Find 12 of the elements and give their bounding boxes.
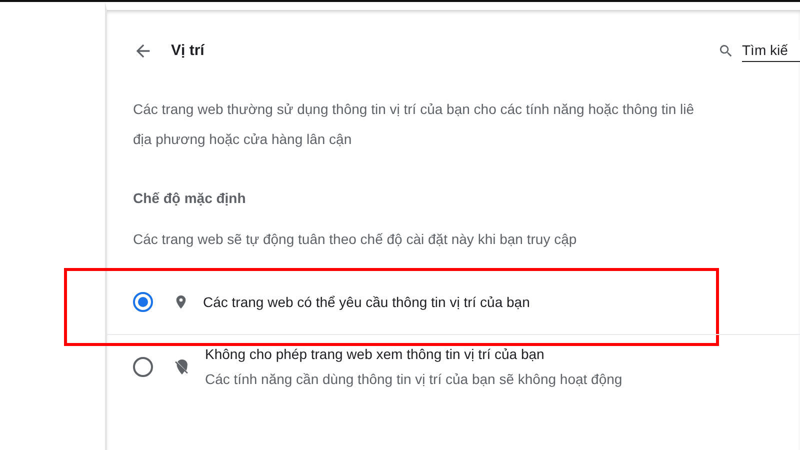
radio-button[interactable] xyxy=(133,292,153,312)
description-text: Các trang web thường sử dụng thông tin vị trí của bạn cho các tính năng hoặc thông tin liê địa phương hoặc cửa hàng lân cận xyxy=(133,100,696,149)
section-title: Chế độ mặc định xyxy=(133,189,247,208)
page-title: Vị trí xyxy=(171,40,204,61)
option-label: Các trang web có thể yêu cầu thông tin vị trí của bạn xyxy=(203,292,530,312)
search-icon xyxy=(718,43,734,59)
location-off-icon xyxy=(173,356,191,376)
radio-button[interactable] xyxy=(133,356,153,376)
search-field[interactable]: Tìm kiế xyxy=(742,40,800,62)
option-description: Các tính năng cần dùng thông tin vị trí của bạn sẽ không hoạt động xyxy=(205,370,622,389)
section-subtitle: Các trang web sẽ tự động tuân theo chế độ cài đặt này khi bạn truy cập xyxy=(133,230,578,249)
option-label: Không cho phép trang web xem thông tin vị trí của bạn xyxy=(205,344,546,364)
